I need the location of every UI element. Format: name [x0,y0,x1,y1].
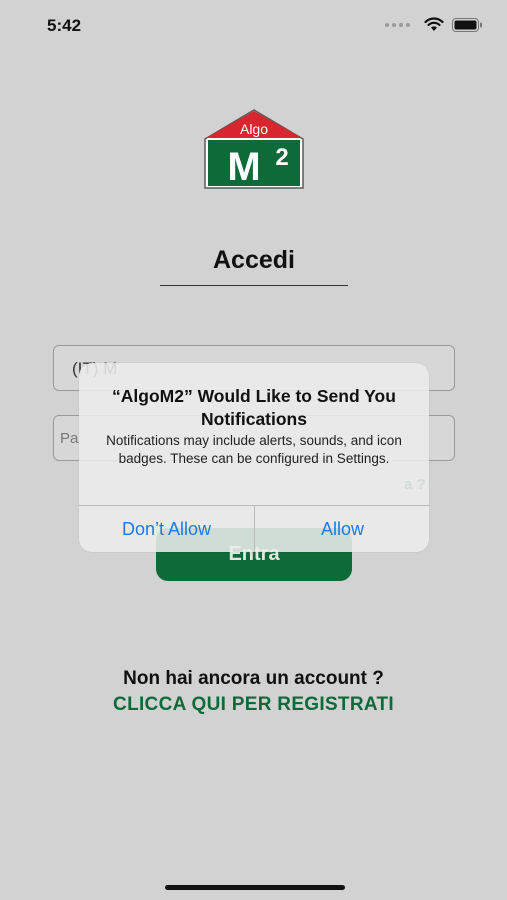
allow-button[interactable]: Allow [255,506,429,552]
register-question: Non hai ancora un account ? [123,668,384,689]
login-title: Accedi [213,246,295,274]
logo-top-text: Algo [240,121,268,137]
algo-m2-logo: Algo M 2 [204,109,304,189]
status-icons [385,17,483,32]
dont-allow-button[interactable]: Don’t Allow [79,506,254,552]
alert-title: “AlgoM2” Would Like to Send You Notifica… [112,386,396,429]
status-time: 5:42 [47,16,82,35]
alert-message: Notifications may include alerts, sounds… [106,433,402,466]
register-link[interactable]: CLICCA QUI PER REGISTRATI [0,694,507,716]
password-placeholder: Pa [60,430,79,447]
status-bar: 5:42 [0,0,507,54]
title-underline [160,285,348,286]
notification-permission-alert: “AlgoM2” Would Like to Send You Notifica… [79,363,429,552]
battery-icon [452,17,482,32]
signal-icon [385,22,410,27]
logo-superscript: 2 [275,144,288,171]
home-indicator[interactable] [165,885,345,890]
wifi-icon [424,17,444,31]
logo-main-text: M [227,145,260,189]
